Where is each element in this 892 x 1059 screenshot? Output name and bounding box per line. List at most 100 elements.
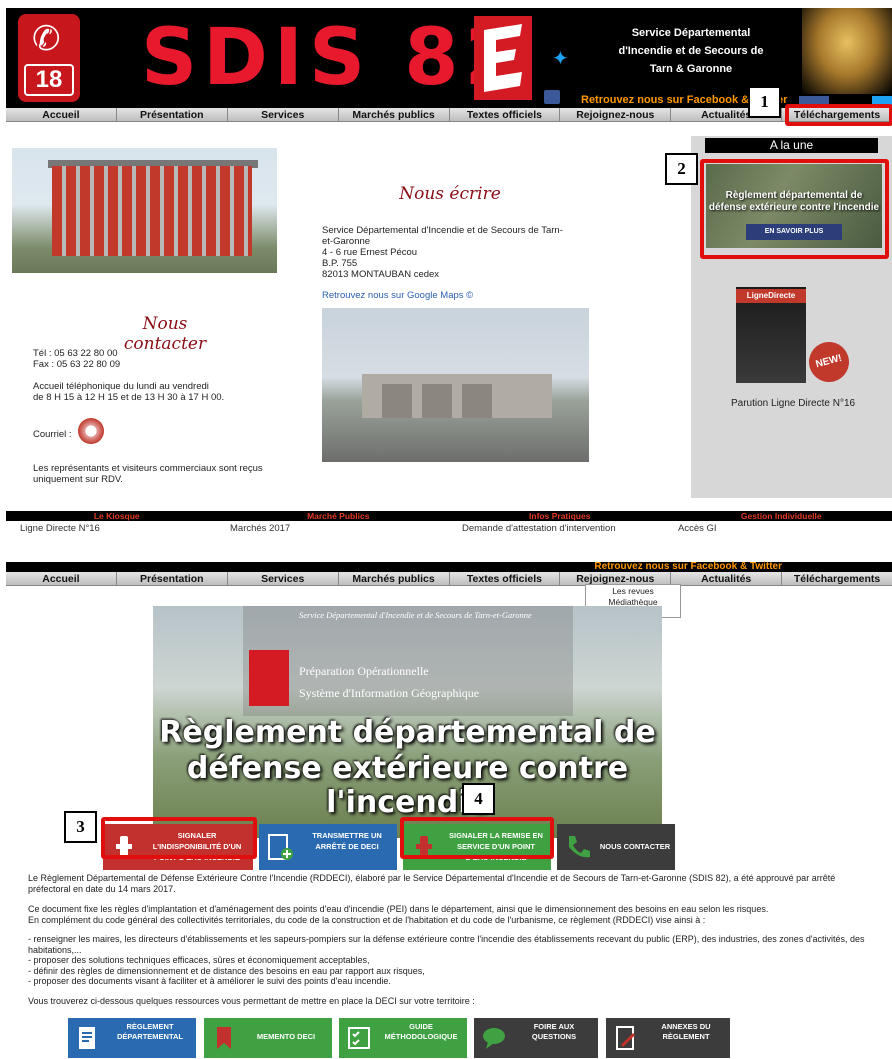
footer-link-attestation[interactable]: Demande d'attestation d'intervention xyxy=(462,523,616,534)
nav-accueil[interactable]: Accueil xyxy=(6,108,117,121)
resource-reglement[interactable]: RÈGLEMENT DÉPARTEMENTAL xyxy=(68,1018,196,1058)
footer-categories: Le Kiosque Marché Publics Infos Pratique… xyxy=(6,511,892,521)
banner-pog-line2: Système d'Information Géographique xyxy=(299,686,480,700)
tile-label: ANNEXES DU RÈGLEMENT xyxy=(661,1022,711,1041)
contact-section-title: Nous contacter xyxy=(88,314,242,354)
station-door xyxy=(382,384,412,418)
nav-accueil[interactable]: Accueil xyxy=(6,572,117,585)
banner-org-line: Service Départemental d'Incendie et de S… xyxy=(299,610,532,620)
callout-3: 3 xyxy=(64,811,97,843)
bookmark-icon xyxy=(217,1027,231,1049)
contact-phone: Tél : 05 63 22 80 00 xyxy=(33,348,118,359)
footer-marche-publics[interactable]: Marché Publics xyxy=(228,511,450,521)
nav-textes-officiels[interactable]: Textes officiels xyxy=(450,572,561,585)
sdis-e-logo xyxy=(249,650,289,706)
contact-hours: Accueil téléphonique du lundi au vendred… xyxy=(33,381,225,403)
resources-intro: Vous trouverez ci-dessous quelques resso… xyxy=(28,996,475,1006)
nav-marches-publics[interactable]: Marchés publics xyxy=(339,108,450,121)
courriel-label: Courriel : xyxy=(33,429,72,440)
building-facade xyxy=(52,166,252,256)
write-title-text: Nous écrire xyxy=(399,184,501,204)
publication-caption[interactable]: Parution Ligne Directe N°16 xyxy=(731,398,855,409)
resource-memento[interactable]: MEMENTO DECI xyxy=(204,1018,332,1058)
fire-station-photo xyxy=(322,308,589,462)
highlight-report-unavailable xyxy=(101,817,257,859)
station-door xyxy=(422,384,452,418)
facebook-like-icon[interactable] xyxy=(544,90,560,104)
service-name: Service Départemental d'Incendie et de S… xyxy=(618,27,764,75)
rddeci-page-screenshot: Retrouvez nous sur Facebook & Twitter Ac… xyxy=(0,558,892,1059)
footer-kiosque[interactable]: Le Kiosque xyxy=(6,511,228,521)
new-badge: NEW! xyxy=(804,337,854,387)
purpose-paragraph: Ce document fixe les règles d'implantati… xyxy=(28,904,769,925)
tile-label: FOIRE AUX QUESTIONS xyxy=(531,1022,577,1041)
phone-icon xyxy=(569,836,590,858)
resource-faq[interactable]: FOIRE AUX QUESTIONS xyxy=(474,1018,598,1058)
contact-us-tile[interactable]: NOUS CONTACTER xyxy=(557,824,675,870)
chat-bubble-icon xyxy=(483,1028,505,1049)
email-icon[interactable] xyxy=(78,418,104,444)
rddeci-banner: Service Départemental d'Incendie et de S… xyxy=(153,606,662,838)
sub-header-bar: Retrouvez nous sur Facebook & Twitter xyxy=(6,561,892,572)
callout-2: 2 xyxy=(665,153,698,185)
transmit-arrete-tile[interactable]: TRANSMETTRE UN ARRÊTÉ DE DECI xyxy=(259,824,397,870)
document-edit-icon xyxy=(616,1026,636,1050)
write-section-title: Nous écrire xyxy=(378,184,522,204)
site-title[interactable]: SDIS 82 xyxy=(141,10,525,106)
contact-title-text: Nous contacter xyxy=(123,314,207,354)
footer-link-marches-2017[interactable]: Marchés 2017 xyxy=(230,523,290,534)
highlight-back-in-service xyxy=(400,817,554,859)
sdis-e-logo xyxy=(474,16,532,100)
postal-address: Service Départemental d'Incendie et de S… xyxy=(322,225,563,280)
emergency-number: 18 xyxy=(24,64,74,96)
callout-1: 1 xyxy=(748,86,781,118)
banner-headline-2: défense extérieure contre l'incendie xyxy=(186,751,629,820)
nav-presentation[interactable]: Présentation xyxy=(117,108,228,121)
main-nav: Accueil Présentation Services Marchés pu… xyxy=(6,572,892,586)
document-plus-icon xyxy=(268,834,293,860)
a-la-une-header: A la une xyxy=(705,138,878,153)
footer-links: Ligne Directe N°16 Marchés 2017 Demande … xyxy=(6,523,892,537)
tile-label: NOUS CONTACTER xyxy=(599,842,671,851)
tile-label: TRANSMETTRE UN ARRÊTÉ DE DECI xyxy=(312,831,382,851)
google-maps-link[interactable]: Retrouvez nous sur Google Maps © xyxy=(322,290,473,301)
banner-headline-1: Règlement départemental de xyxy=(159,715,656,750)
highlight-telechargements xyxy=(785,104,892,126)
resource-annexes[interactable]: ANNEXES DU RÈGLEMENT xyxy=(606,1018,730,1058)
station-door xyxy=(462,384,492,418)
intro-paragraph: Le Règlement Départemental de Défense Ex… xyxy=(28,873,836,894)
ligne-directe-cover[interactable]: LigneDirecte xyxy=(736,287,806,383)
footer-link-ligne-directe[interactable]: Ligne Directe N°16 xyxy=(20,523,100,534)
footer-gestion-individuelle[interactable]: Gestion Individuelle xyxy=(671,511,892,521)
tile-label: MEMENTO DECI xyxy=(256,1032,316,1041)
headquarters-photo xyxy=(12,148,277,273)
nav-marches-publics[interactable]: Marchés publics xyxy=(339,572,450,585)
nav-services[interactable]: Services xyxy=(228,108,339,121)
callout-4: 4 xyxy=(462,783,495,815)
highlight-promo-card xyxy=(700,159,889,259)
nav-textes-officiels[interactable]: Textes officiels xyxy=(450,108,561,121)
phone-icon: ✆ xyxy=(32,20,61,58)
nav-services[interactable]: Services xyxy=(228,572,339,585)
checklist-icon xyxy=(348,1027,370,1049)
footer-infos-pratiques[interactable]: Infos Pratiques xyxy=(449,511,671,521)
banner-pog-line1: Préparation Opérationnelle xyxy=(299,664,429,678)
dropdown-item-revues[interactable]: Les revues xyxy=(586,586,680,597)
footer-link-acces-gi[interactable]: Accès GI xyxy=(678,523,717,534)
resource-guide[interactable]: GUIDE MÉTHODOLOGIQUE xyxy=(339,1018,467,1058)
homepage-screenshot: ✆ 18 SDIS 82 ✦ Service Départemental d'I… xyxy=(0,0,892,540)
contact-fax: Fax : 05 63 22 80 09 xyxy=(33,359,121,370)
nav-presentation[interactable]: Présentation xyxy=(117,572,228,585)
firefighter-helmet-photo xyxy=(802,8,892,94)
social-promo[interactable]: Retrouvez nous sur Facebook & Twitter xyxy=(594,561,782,572)
nav-rejoignez-nous[interactable]: Rejoignez-nous xyxy=(560,108,672,121)
visitors-note: Les représentants et visiteurs commercia… xyxy=(33,463,263,485)
emergency-18-logo[interactable]: ✆ 18 xyxy=(18,14,80,102)
nav-telechargements[interactable]: Téléchargements xyxy=(782,572,892,585)
tile-label: GUIDE MÉTHODOLOGIQUE xyxy=(384,1022,458,1041)
objectives-list: - renseigner les maires, les directeurs … xyxy=(28,934,865,986)
nav-actualites[interactable]: Actualités xyxy=(671,572,783,585)
twitter-icon[interactable]: ✦ xyxy=(552,46,569,71)
document-icon xyxy=(79,1027,95,1049)
ligne-directe-logo: LigneDirecte xyxy=(736,289,806,303)
